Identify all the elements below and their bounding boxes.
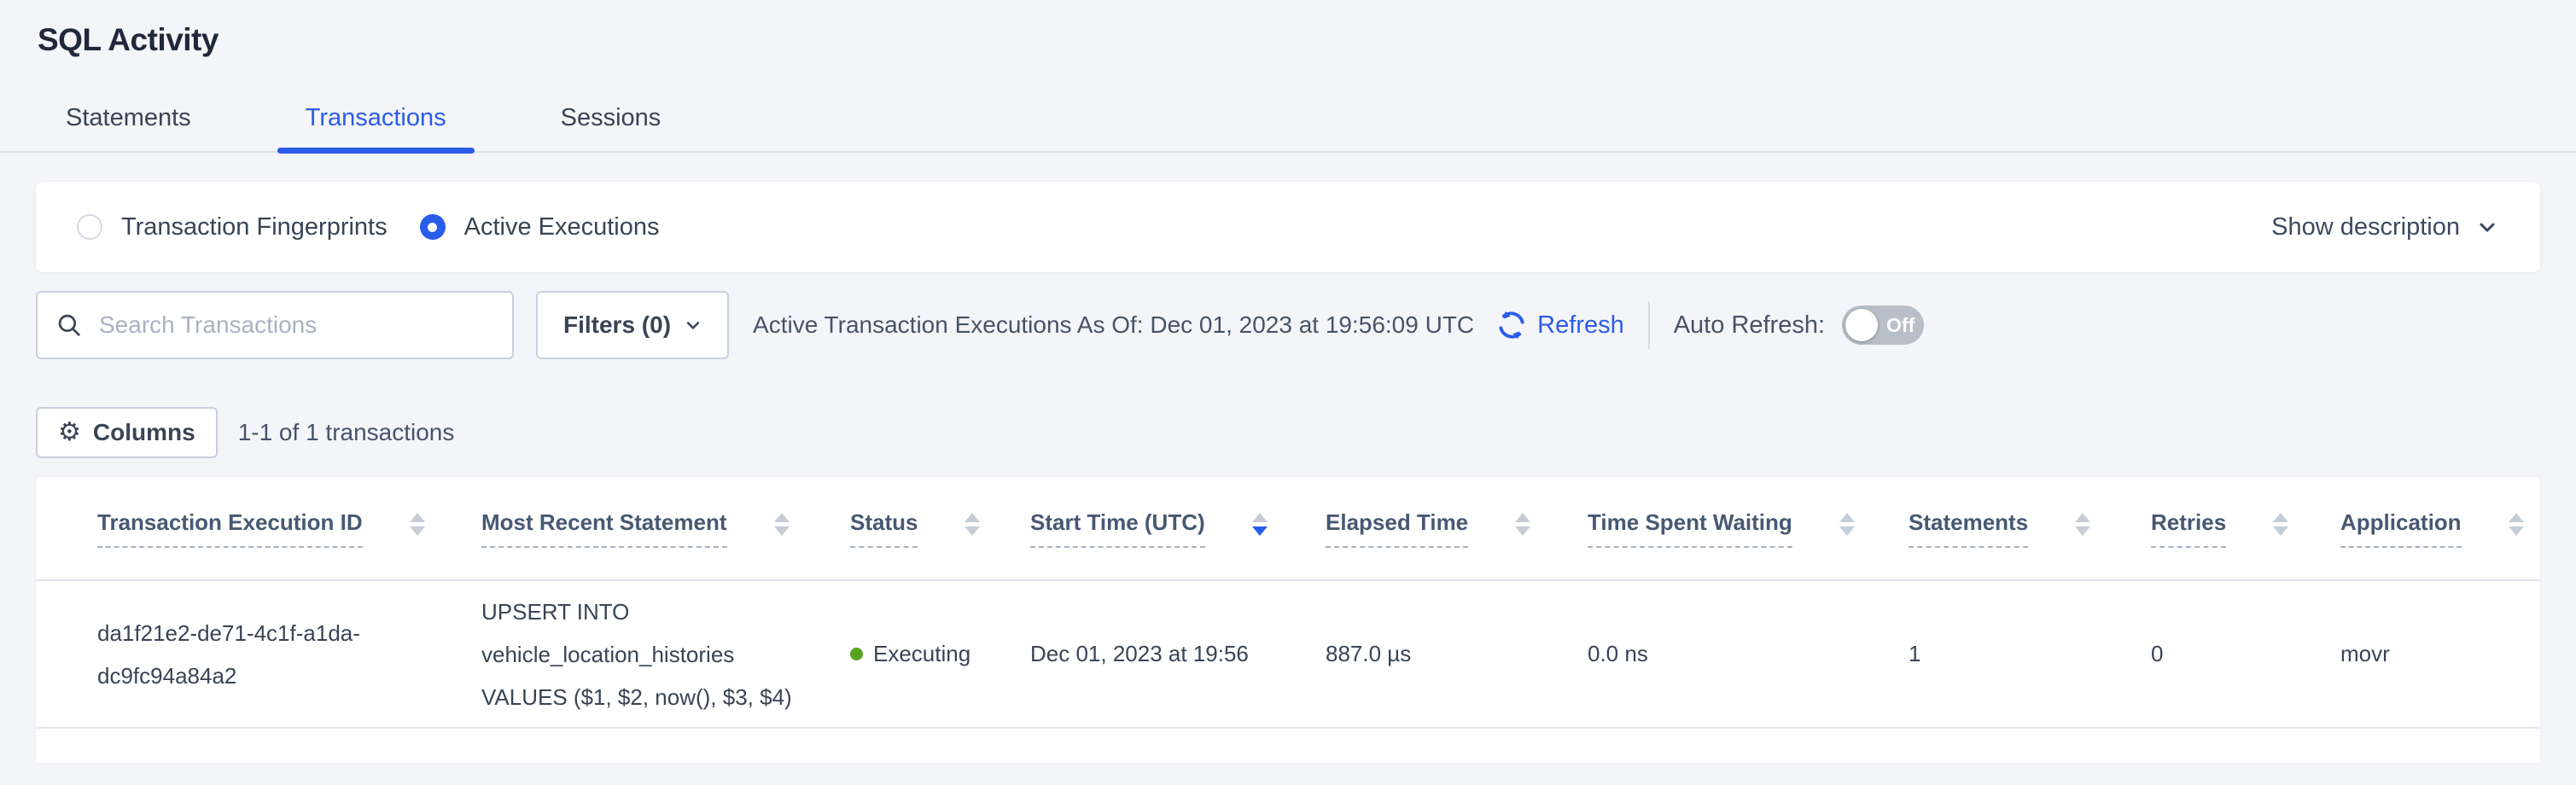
- refresh-icon: [1495, 308, 1529, 342]
- cell-status: Executing: [850, 641, 1030, 667]
- transactions-table: Transaction Execution ID Most Recent Sta…: [36, 477, 2540, 763]
- sort-icon: [1839, 513, 1855, 536]
- table-header-row: Transaction Execution ID Most Recent Sta…: [36, 477, 2540, 581]
- controls-row: Filters (0) Active Transaction Execution…: [36, 291, 2540, 359]
- column-header-retries[interactable]: Retries: [2151, 509, 2340, 548]
- cell-transaction-execution-id: da1f21e2-de71-4c1f-a1da- dc9fc94a84a2: [97, 612, 481, 697]
- radio-label: Transaction Fingerprints: [121, 213, 388, 241]
- sort-icon-active-desc: [1252, 513, 1268, 536]
- refresh-label: Refresh: [1537, 311, 1624, 340]
- search-input[interactable]: [97, 311, 495, 340]
- view-radio-group: Transaction Fingerprints Active Executio…: [77, 213, 660, 241]
- sql-activity-page: SQL Activity Statements Transactions Ses…: [0, 0, 2576, 763]
- chevron-down-icon: [2475, 215, 2499, 239]
- radio-transaction-fingerprints[interactable]: Transaction Fingerprints: [77, 213, 388, 241]
- cell-elapsed-time: 887.0 µs: [1326, 641, 1588, 667]
- tab-transactions[interactable]: Transactions: [277, 104, 475, 151]
- result-count: 1-1 of 1 transactions: [238, 419, 455, 446]
- auto-refresh-group: Auto Refresh: Off: [1674, 305, 1924, 345]
- toggle-state-label: Off: [1886, 314, 1915, 337]
- tab-bar: Statements Transactions Sessions: [0, 104, 2576, 153]
- radio-unselected-icon: [77, 214, 102, 240]
- chevron-down-icon: [685, 317, 702, 334]
- cell-time-spent-waiting: 0.0 ns: [1588, 641, 1909, 667]
- column-header-transaction-execution-id[interactable]: Transaction Execution ID: [97, 509, 481, 548]
- toggle-knob: [1845, 309, 1878, 341]
- table-row[interactable]: da1f21e2-de71-4c1f-a1da- dc9fc94a84a2 UP…: [36, 581, 2540, 729]
- cell-retries: 0: [2151, 641, 2340, 667]
- search-icon: [55, 311, 84, 340]
- show-description-label: Show description: [2271, 213, 2460, 241]
- radio-label: Active Executions: [464, 213, 660, 241]
- vertical-divider: [1648, 301, 1650, 349]
- tab-statements[interactable]: Statements: [38, 104, 219, 151]
- sort-icon: [774, 513, 790, 536]
- cell-start-time: Dec 01, 2023 at 19:56: [1030, 641, 1326, 667]
- gear-icon: ⚙: [58, 420, 81, 445]
- radio-active-executions[interactable]: Active Executions: [420, 213, 660, 241]
- auto-refresh-toggle[interactable]: Off: [1842, 305, 1924, 345]
- column-header-most-recent-statement[interactable]: Most Recent Statement: [481, 509, 850, 548]
- column-header-start-time[interactable]: Start Time (UTC): [1030, 509, 1326, 548]
- column-header-statements[interactable]: Statements: [1909, 509, 2151, 548]
- sort-icon: [2075, 513, 2090, 536]
- sort-icon: [2509, 513, 2524, 536]
- sort-icon: [410, 513, 425, 536]
- sort-icon: [965, 513, 980, 536]
- column-header-time-spent-waiting[interactable]: Time Spent Waiting: [1588, 509, 1909, 548]
- filters-label: Filters (0): [563, 311, 671, 339]
- column-header-elapsed-time[interactable]: Elapsed Time: [1326, 509, 1588, 548]
- show-description-button[interactable]: Show description: [2271, 213, 2499, 241]
- radio-selected-icon: [420, 214, 446, 240]
- as-of-text: Active Transaction Executions As Of: Dec…: [753, 311, 1474, 339]
- refresh-button[interactable]: Refresh: [1495, 308, 1624, 342]
- status-label: Executing: [873, 641, 970, 667]
- columns-button-label: Columns: [93, 419, 195, 446]
- page-title: SQL Activity: [38, 22, 2576, 58]
- status-executing-dot-icon: [850, 648, 863, 660]
- column-header-application[interactable]: Application: [2340, 509, 2524, 548]
- auto-refresh-label: Auto Refresh:: [1674, 311, 1825, 340]
- table-toolbar: ⚙ Columns 1-1 of 1 transactions: [36, 407, 2540, 458]
- tab-sessions[interactable]: Sessions: [533, 104, 690, 151]
- search-box: [36, 291, 514, 359]
- columns-button[interactable]: ⚙ Columns: [36, 407, 218, 458]
- sort-icon: [1515, 513, 1530, 536]
- sort-icon: [2273, 513, 2288, 536]
- cell-application: movr: [2340, 641, 2509, 667]
- cell-most-recent-statement: UPSERT INTO vehicle_location_histories V…: [481, 590, 850, 718]
- cell-statements: 1: [1909, 641, 2151, 667]
- column-header-status[interactable]: Status: [850, 509, 1030, 548]
- filters-button[interactable]: Filters (0): [536, 291, 729, 359]
- view-selector-card: Transaction Fingerprints Active Executio…: [36, 182, 2540, 272]
